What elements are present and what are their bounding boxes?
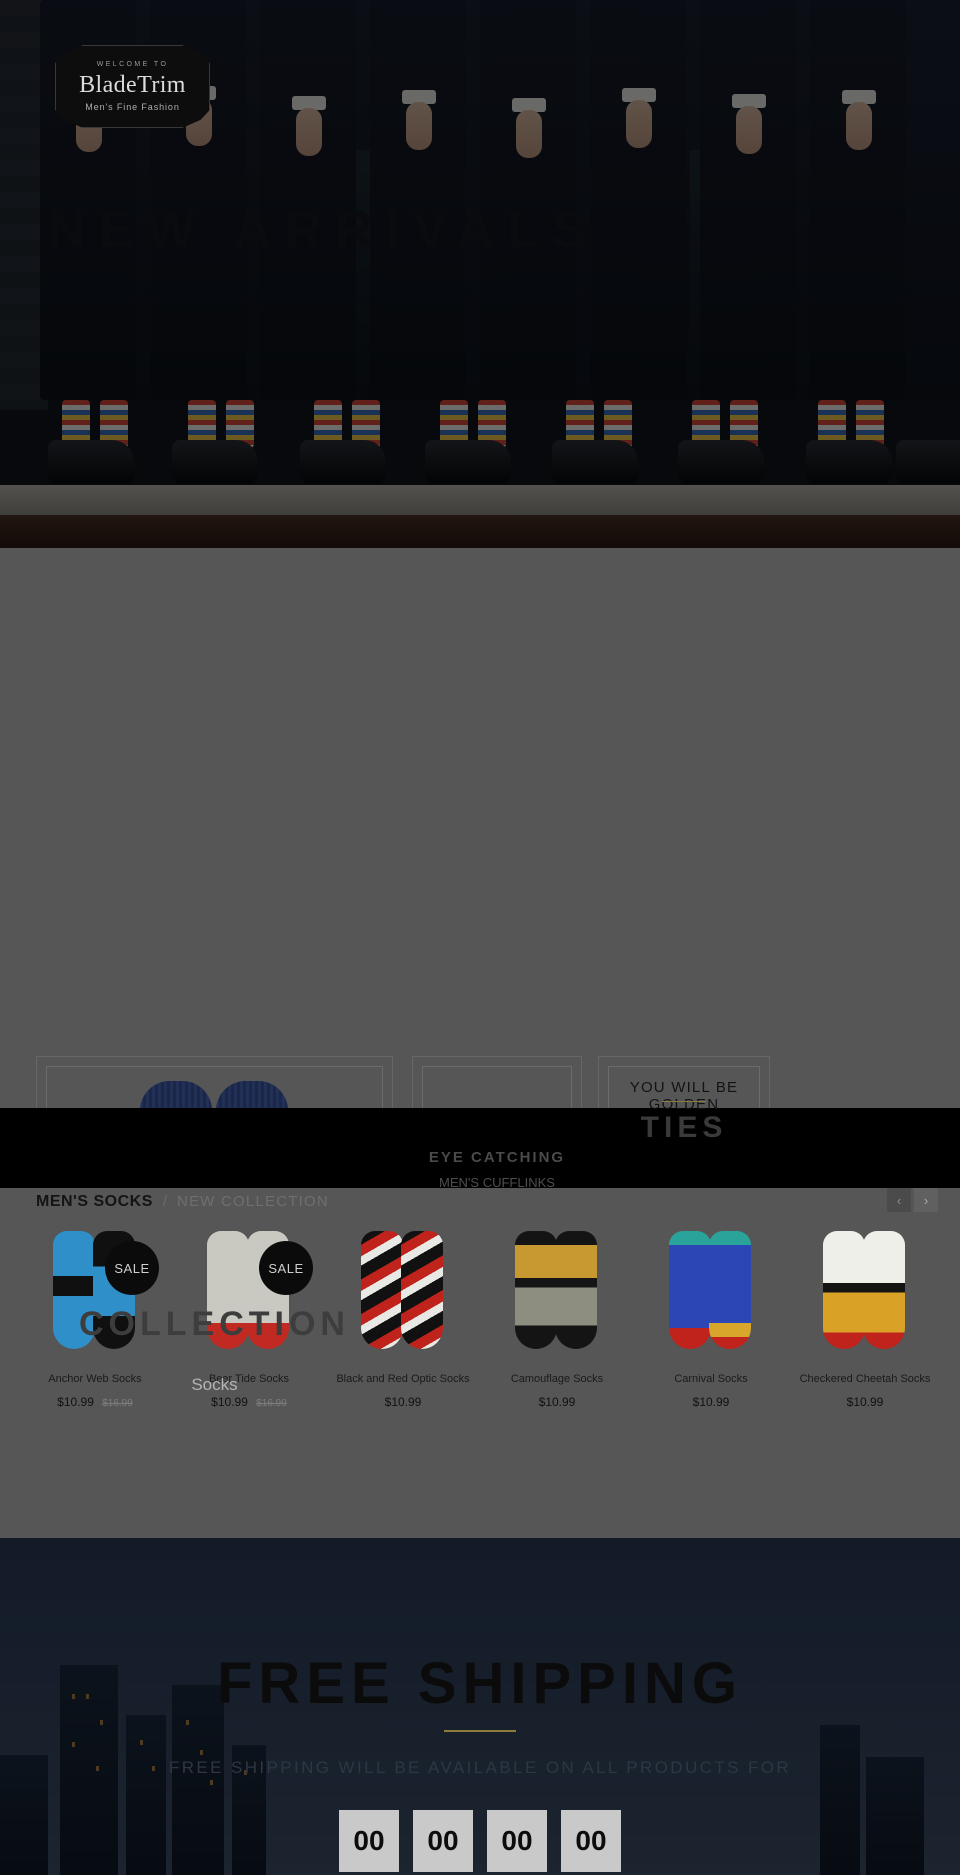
product-card[interactable]: Camouflage Socks $10.99 — [480, 1226, 634, 1409]
page-root: WELCOME TO BladeTrim Men's Fine Fashion … — [0, 0, 960, 1875]
logo-tagline: Men's Fine Fashion — [85, 102, 180, 112]
hero-banner: WELCOME TO BladeTrim Men's Fine Fashion … — [0, 0, 960, 548]
product-heading-separator: / — [162, 1193, 168, 1210]
product-name: Carnival Socks — [674, 1373, 748, 1385]
product-price: $10.99 — [846, 1394, 884, 1409]
shipping-divider — [444, 1730, 516, 1732]
banner-ties-title: YOU WILL BE GOLDEN — [629, 1079, 739, 1113]
product-price: $10.99 — [692, 1394, 730, 1409]
site-logo[interactable]: WELCOME TO BladeTrim Men's Fine Fashion — [55, 45, 210, 128]
banner-ties-subtitle: TIES — [640, 1111, 728, 1144]
product-price-row: $10.99 — [326, 1395, 480, 1409]
product-heading-sub: NEW COLLECTION — [177, 1193, 329, 1210]
banner-ties-divider — [662, 1101, 706, 1102]
countdown-timer: 00 00 00 00 — [339, 1810, 621, 1872]
product-old-price: $16.99 — [256, 1397, 287, 1409]
shipping-title: FREE SHIPPING — [217, 1651, 743, 1716]
product-carousel-section: MEN'S SOCKS / NEW COLLECTION ‹ › SALE An… — [0, 1188, 960, 1538]
countdown-days: 00 — [339, 1810, 399, 1872]
product-price: $10.99 — [384, 1394, 422, 1409]
product-card[interactable]: Carnival Socks $10.99 — [634, 1226, 788, 1409]
countdown-seconds: 00 — [561, 1810, 621, 1872]
carousel-nav: ‹ › — [887, 1188, 938, 1212]
product-price-row: $10.99 — [480, 1395, 634, 1409]
product-price: $10.99 — [538, 1394, 576, 1409]
sale-badge: SALE — [259, 1241, 313, 1295]
countdown-minutes: 00 — [487, 1810, 547, 1872]
product-name: Camouflage Socks — [510, 1373, 604, 1385]
product-price-row: $10.99 — [788, 1395, 942, 1409]
product-price-row: $10.99 — [634, 1395, 788, 1409]
banner-socks-subtitle: COLLECTION — [79, 1305, 350, 1343]
countdown-hours: 00 — [413, 1810, 473, 1872]
carousel-prev-button[interactable]: ‹ — [887, 1188, 911, 1212]
sale-badge: SALE — [105, 1241, 159, 1295]
banner-cufflinks-subtitle: EYE CATCHING — [428, 1149, 566, 1166]
product-price: $10.99 — [57, 1394, 94, 1409]
product-section-heading: MEN'S SOCKS / NEW COLLECTION — [36, 1193, 329, 1211]
product-price-row: $10.99 $16.99 — [172, 1395, 326, 1409]
product-image — [497, 1231, 617, 1356]
free-shipping-section: FREE SHIPPING FREE SHIPPING WILL BE AVAI… — [0, 1538, 960, 1875]
hero-title: NEW ARRIVALS — [48, 201, 600, 259]
logo-welcome-text: WELCOME TO — [96, 61, 169, 68]
product-image — [651, 1231, 771, 1356]
carousel-next-button[interactable]: › — [914, 1188, 938, 1212]
product-image — [805, 1231, 925, 1356]
logo-brand-name: BladeTrim — [79, 72, 186, 98]
collection-banners: COLLECTION Socks EYE CATCHING MEN'S CUFF… — [0, 548, 960, 1418]
product-card[interactable]: Checkered Cheetah Socks $10.99 — [788, 1226, 942, 1409]
banner-socks-category: Socks — [191, 1375, 238, 1394]
product-price: $10.99 — [211, 1394, 248, 1409]
product-heading-main: MEN'S SOCKS — [36, 1193, 153, 1210]
banner-cufflinks-category: MEN'S CUFFLINKS — [439, 1175, 555, 1190]
shipping-subtitle: FREE SHIPPING WILL BE AVAILABLE ON ALL P… — [168, 1758, 792, 1777]
product-name: Checkered Cheetah Socks — [799, 1373, 931, 1385]
product-price-row: $10.99 $16.99 — [18, 1395, 172, 1409]
product-old-price: $16.99 — [102, 1397, 133, 1409]
